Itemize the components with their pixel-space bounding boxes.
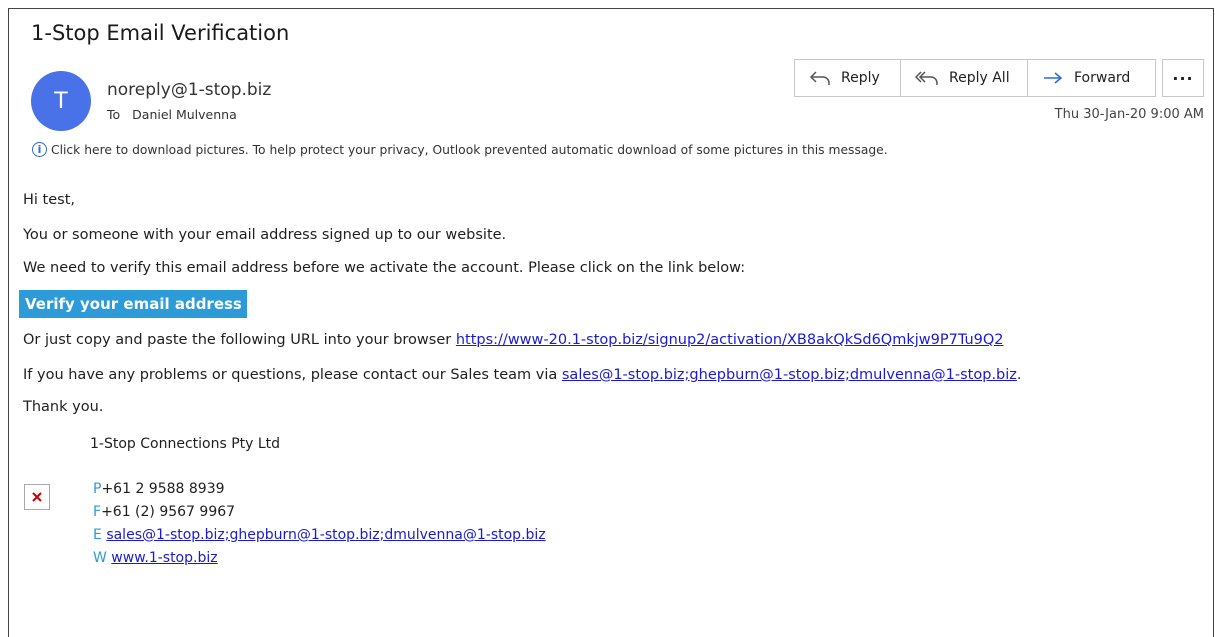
signature-fax: F+61 (2) 9567 9967 — [93, 504, 235, 520]
forward-label: Forward — [1074, 70, 1131, 86]
email-label: E — [93, 527, 102, 543]
recipient-line: To Daniel Mulvenna — [107, 107, 237, 122]
signature-company: 1-Stop Connections Pty Ltd — [90, 436, 281, 452]
forward-button[interactable]: Forward — [1027, 59, 1156, 97]
reply-all-arrow-icon — [915, 71, 938, 85]
reply-all-label: Reply All — [949, 70, 1010, 86]
sales-email-link[interactable]: sales@1-stop.biz;ghepburn@1-stop.biz;dmu… — [562, 367, 1017, 383]
sender-email[interactable]: noreply@1-stop.biz — [107, 80, 271, 100]
fax-label: F — [93, 504, 102, 520]
reply-all-button[interactable]: Reply All — [900, 59, 1028, 97]
signature-phone: P+61 2 9588 8939 — [93, 481, 225, 497]
body-line-1: You or someone with your email address s… — [23, 227, 507, 243]
phone-number: +61 2 9588 8939 — [101, 481, 225, 497]
verify-email-button[interactable]: Verify your email address — [19, 290, 247, 318]
activation-link[interactable]: https://www-20.1-stop.biz/signup2/activa… — [456, 332, 1004, 348]
to-label: To — [107, 107, 121, 122]
url-prefix: Or just copy and paste the following URL… — [23, 332, 456, 348]
fax-number: +61 (2) 9567 9967 — [101, 504, 236, 520]
body-line-2: We need to verify this email address bef… — [23, 260, 746, 276]
thank-you: Thank you. — [23, 399, 104, 415]
greeting: Hi test, — [23, 192, 75, 208]
contact-suffix: . — [1016, 367, 1022, 383]
sender-avatar[interactable]: T — [31, 71, 91, 131]
signature-email-link[interactable]: sales@1-stop.biz;ghepburn@1-stop.biz;dmu… — [106, 527, 545, 543]
reply-label: Reply — [841, 70, 880, 86]
contact-line: If you have any problems or questions, p… — [23, 367, 1022, 383]
more-actions-button[interactable]: ··· — [1162, 59, 1204, 97]
received-date: Thu 30-Jan-20 9:00 AM — [1054, 107, 1204, 122]
contact-prefix: If you have any problems or questions, p… — [23, 367, 562, 383]
url-line: Or just copy and paste the following URL… — [23, 332, 1004, 348]
info-icon: i — [32, 142, 47, 157]
download-pictures-bar[interactable]: i Click here to download pictures. To he… — [32, 142, 888, 157]
website-link[interactable]: www.1-stop.biz — [111, 550, 217, 566]
reply-arrow-icon — [809, 71, 830, 85]
download-pictures-text: Click here to download pictures. To help… — [51, 142, 888, 157]
reply-button[interactable]: Reply — [794, 59, 901, 97]
web-label: W — [93, 550, 107, 566]
recipient-name[interactable]: Daniel Mulvenna — [132, 107, 237, 122]
avatar-initial: T — [54, 88, 68, 114]
message-toolbar: Reply Reply All Forward ··· — [794, 59, 1204, 97]
email-subject: 1-Stop Email Verification — [31, 21, 290, 45]
broken-image-icon — [24, 484, 50, 510]
signature-email: E sales@1-stop.biz;ghepburn@1-stop.biz;d… — [93, 527, 546, 543]
signature-web: W www.1-stop.biz — [93, 550, 218, 566]
forward-arrow-icon — [1044, 72, 1063, 84]
